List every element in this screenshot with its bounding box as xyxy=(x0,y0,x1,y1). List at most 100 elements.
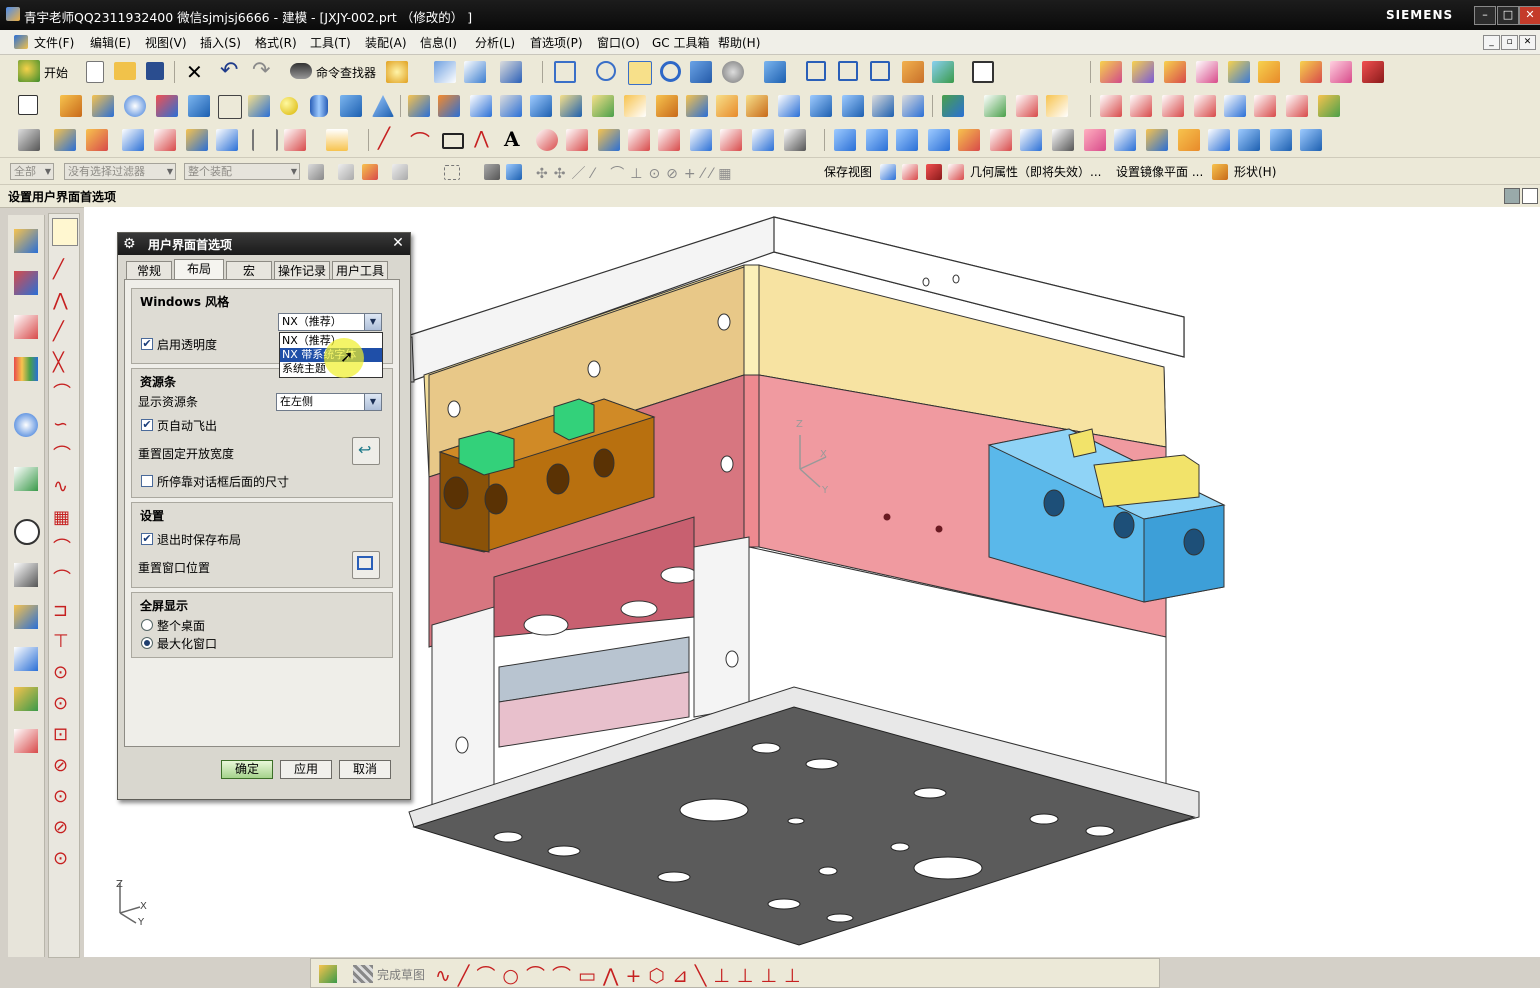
start-icon[interactable] xyxy=(18,60,40,82)
save-icon[interactable] xyxy=(146,62,164,80)
menu-help[interactable]: 帮助(H) xyxy=(718,34,760,51)
fullscreen-maximize-radio[interactable] xyxy=(141,637,153,649)
synchronous-icon-15[interactable] xyxy=(1270,129,1292,151)
cue-icon-1[interactable] xyxy=(1504,188,1520,204)
mirror-body-icon[interactable] xyxy=(778,95,800,117)
subtract-icon[interactable] xyxy=(438,95,460,117)
extract-icon[interactable] xyxy=(902,95,924,117)
chamfer-icon[interactable] xyxy=(656,95,678,117)
cone-icon[interactable] xyxy=(372,95,394,117)
synchronous-icon-1[interactable] xyxy=(834,129,856,151)
surface-icon-5[interactable] xyxy=(658,129,680,151)
tab-journal[interactable]: 操作记录 xyxy=(274,261,330,279)
snap-point-icon[interactable] xyxy=(338,164,354,180)
finish-sketch-button[interactable]: 完成草图 xyxy=(377,966,425,983)
surface-icon-4[interactable] xyxy=(628,129,650,151)
intersect-icon[interactable] xyxy=(470,95,492,117)
type-filter-dropdown[interactable]: 全部 xyxy=(10,163,54,180)
orient-view-icon[interactable] xyxy=(764,61,786,83)
menu-gc-toolkit[interactable]: GC 工具箱 xyxy=(652,34,710,51)
doc-minimize-button[interactable]: _ xyxy=(1483,35,1500,50)
snap-icons-strip[interactable]: ✣✣／⁄ ⌒⊥⊙⊘+⁄⁄▦ xyxy=(536,163,738,183)
select-icon-2[interactable] xyxy=(154,129,176,151)
draft-icon[interactable] xyxy=(686,95,708,117)
selection-filter-dropdown[interactable]: 没有选择过滤器 xyxy=(64,163,176,180)
clock-icon[interactable] xyxy=(14,519,40,545)
class-selection-icon[interactable] xyxy=(500,61,522,83)
layer-visible-icon[interactable] xyxy=(932,61,954,83)
split-body-icon[interactable] xyxy=(530,95,552,117)
measure-icon[interactable] xyxy=(326,129,348,151)
menu-view[interactable]: 视图(V) xyxy=(145,34,187,51)
synchronous-icon-9[interactable] xyxy=(1084,129,1106,151)
thicken-icon[interactable] xyxy=(810,95,832,117)
sketch-mode-icon[interactable] xyxy=(319,965,337,983)
pattern-icon[interactable] xyxy=(716,95,738,117)
fullscreen-desktop-radio[interactable] xyxy=(141,619,153,631)
constraint-navigator-icon[interactable] xyxy=(14,271,38,295)
fit-view-icon[interactable] xyxy=(554,61,576,83)
assembly-navigator-icon[interactable] xyxy=(14,229,38,253)
curve-tool-icon-6[interactable] xyxy=(1254,95,1276,117)
open-folder-icon[interactable] xyxy=(114,62,136,80)
finish-sketch-icon[interactable] xyxy=(353,965,373,983)
synchronous-icon-16[interactable] xyxy=(1300,129,1322,151)
synchronous-icon-7[interactable] xyxy=(1020,129,1042,151)
snap-icon-2[interactable] xyxy=(86,129,108,151)
rectangle-icon[interactable] xyxy=(442,133,464,149)
background-color-icon[interactable] xyxy=(972,61,994,83)
curve-tool-icon-2[interactable] xyxy=(1130,95,1152,117)
command-finder-button[interactable]: 命令查找器 xyxy=(316,64,376,81)
zoom-window-icon[interactable] xyxy=(628,61,652,85)
unite-icon[interactable] xyxy=(408,95,430,117)
rotate-icon[interactable] xyxy=(660,61,681,82)
minimize-button[interactable]: – xyxy=(1474,6,1496,25)
edge-blend-icon[interactable] xyxy=(624,95,646,117)
sew-icon[interactable] xyxy=(842,95,864,117)
reset-width-button[interactable]: ↩ xyxy=(352,437,380,465)
mold-wizard-icon-3[interactable] xyxy=(1164,61,1186,83)
mold-wizard-icon-9[interactable] xyxy=(1362,61,1384,83)
menu-tools[interactable]: 工具(T) xyxy=(310,34,351,51)
reset-window-button[interactable] xyxy=(352,551,380,579)
geometry-props-icon[interactable] xyxy=(948,164,964,180)
mold-wizard-icon-1[interactable] xyxy=(1100,61,1122,83)
synchronous-icon-13[interactable] xyxy=(1208,129,1230,151)
cut-icon[interactable]: ✕ xyxy=(186,60,203,84)
web-browser-icon[interactable] xyxy=(14,413,38,437)
toolbar-star-icon[interactable] xyxy=(386,61,408,83)
line-icon[interactable]: ╱ xyxy=(378,126,390,150)
resource-bar-position-select[interactable]: 在左侧 ▼ xyxy=(276,393,382,411)
curve-tool-icon-1[interactable] xyxy=(1100,95,1122,117)
assembly-nav-icon[interactable] xyxy=(18,129,40,151)
mold-wizard-icon-7[interactable] xyxy=(1300,61,1322,83)
manufacturing-wizard-icon[interactable] xyxy=(14,647,38,671)
pocket-icon[interactable] xyxy=(218,95,242,119)
dock-size-checkbox[interactable] xyxy=(141,475,153,487)
datum-plane-icon[interactable] xyxy=(942,95,964,117)
view-top-icon[interactable] xyxy=(838,61,858,81)
roles-icon[interactable] xyxy=(14,687,38,711)
dimension-icon-2[interactable] xyxy=(284,129,306,151)
profile-icon[interactable] xyxy=(52,218,78,246)
sphere-icon[interactable] xyxy=(280,97,298,115)
mold-wizard-icon-6[interactable] xyxy=(1258,61,1280,83)
synchronous-icon-3[interactable] xyxy=(896,129,918,151)
close-button[interactable]: ✕ xyxy=(1519,6,1540,25)
cylinder-icon[interactable] xyxy=(310,95,328,117)
edit-object-icon[interactable] xyxy=(434,61,456,83)
patch-icon[interactable] xyxy=(872,95,894,117)
save-view-button[interactable]: 保存视图 xyxy=(824,163,872,180)
sketch-icon[interactable] xyxy=(18,95,38,115)
snap-icon-1[interactable] xyxy=(54,129,76,151)
hole-icon[interactable] xyxy=(124,95,146,117)
doc-close-button[interactable]: ✕ xyxy=(1519,35,1536,50)
synchronous-icon-12[interactable] xyxy=(1178,129,1200,151)
system-materials-icon[interactable] xyxy=(14,563,38,587)
synchronous-icon-8[interactable] xyxy=(1052,129,1074,151)
rect-select-icon[interactable] xyxy=(444,165,460,180)
boss-icon[interactable] xyxy=(156,95,178,117)
auto-flyout-checkbox[interactable]: ✔ xyxy=(141,419,153,431)
synchronous-icon-11[interactable] xyxy=(1146,129,1168,151)
command-finder-icon[interactable] xyxy=(290,63,312,79)
